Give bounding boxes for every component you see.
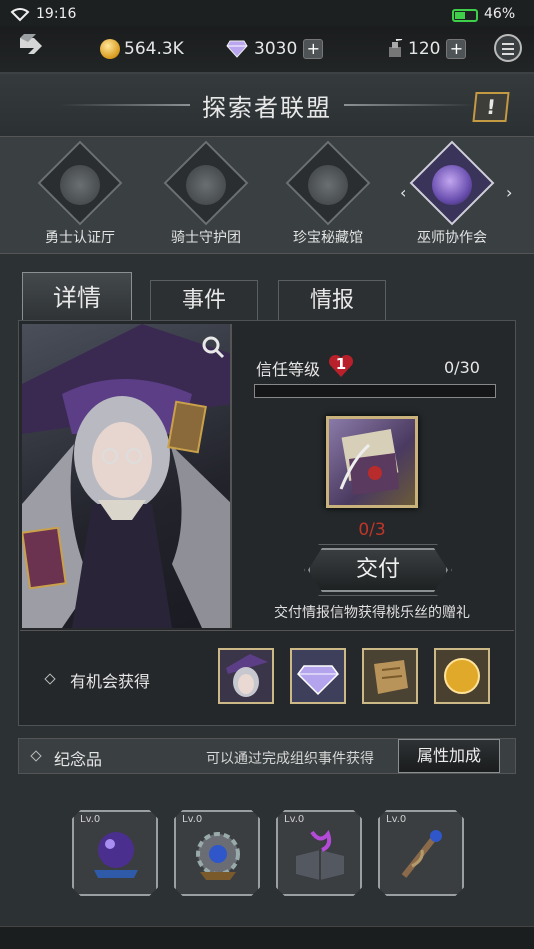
gem-value: 3030	[254, 39, 298, 59]
spellbook-icon	[296, 829, 344, 880]
back-button[interactable]	[12, 30, 50, 68]
crystal-ball-icon	[94, 832, 138, 878]
title-bar: 探索者联盟 !	[0, 74, 534, 136]
character-portrait[interactable]	[22, 324, 232, 628]
guild-label: 骑士守护团	[171, 230, 241, 246]
diamond-icon	[292, 650, 344, 702]
relic-level: Lv.0	[284, 814, 305, 825]
chevron-left-icon: ‹	[400, 183, 407, 202]
stamina-counter: 120 +	[386, 36, 467, 62]
clock: 19:16	[36, 6, 77, 22]
trust-progress-text: 0/30	[444, 358, 480, 377]
chance-label: 有机会获得	[70, 672, 151, 691]
delivery-count: 0/3	[358, 520, 386, 540]
sealed-letter-icon	[339, 428, 399, 495]
page-title: 探索者联盟	[202, 94, 332, 122]
trust-level-value: 1	[335, 355, 347, 373]
reward-slot-parchment[interactable]	[362, 648, 418, 704]
guild-label: 巫师协作会	[417, 230, 487, 246]
info-button[interactable]: !	[472, 92, 510, 122]
deliver-button[interactable]: 交付	[308, 548, 448, 592]
gold-counter: 564.3K	[100, 36, 184, 62]
magnifier-icon[interactable]	[200, 334, 226, 360]
exclamation-icon: !	[485, 95, 497, 119]
resource-bar: 564.3K 3030 + 120 +	[0, 26, 534, 74]
guild-wizard[interactable]: 巫师协作会	[392, 140, 512, 249]
chevron-right-icon: ›	[506, 183, 513, 202]
guild-label: 勇士认证厅	[45, 230, 115, 246]
gold-coin-icon	[100, 39, 120, 59]
gold-value: 564.3K	[124, 39, 184, 59]
guild-knight[interactable]: 骑士守护团	[146, 140, 266, 249]
tab-events[interactable]: 事件	[150, 280, 258, 320]
gem-counter: 3030 +	[226, 36, 324, 62]
guild-label: 珍宝秘藏馆	[293, 230, 363, 246]
relic-level: Lv.0	[386, 814, 407, 825]
gear-gem-icon	[196, 832, 240, 880]
battery-percent: 46%	[484, 6, 516, 22]
menu-button[interactable]	[494, 34, 522, 62]
witch-portrait-image	[22, 324, 230, 628]
delivery-item-slot[interactable]	[326, 416, 418, 508]
memento-hint: 可以通过完成组织事件获得	[206, 751, 374, 767]
guild-treasure[interactable]: 珍宝秘藏馆	[268, 140, 388, 249]
diamond-icon	[226, 40, 248, 58]
portrait-reward-icon	[220, 650, 272, 702]
deliver-hint: 交付情报信物获得桃乐丝的赠礼	[274, 605, 470, 621]
ink-bottle-icon	[389, 38, 403, 57]
reward-slot-diamond[interactable]	[290, 648, 346, 704]
magic-staff-icon	[401, 830, 442, 878]
reward-slot-gold[interactable]	[434, 648, 490, 704]
guild-selector: 勇士认证厅 骑士守护团 珍宝秘藏馆 巫师协作会 ‹ ›	[0, 136, 534, 254]
battery-icon	[452, 9, 478, 22]
add-gems-button[interactable]: +	[303, 39, 324, 59]
tab-details[interactable]: 详情	[22, 272, 132, 322]
bottom-frame	[0, 926, 534, 949]
relic-level: Lv.0	[182, 814, 203, 825]
stamina-value: 120	[408, 39, 441, 59]
relic-level: Lv.0	[80, 814, 101, 825]
divider	[20, 630, 514, 631]
add-stamina-button[interactable]: +	[446, 39, 467, 59]
memento-label: 纪念品	[54, 750, 103, 769]
trust-progress-bar	[254, 384, 496, 398]
wifi-icon	[10, 6, 30, 26]
back-arrow-icon	[20, 34, 42, 54]
guild-warrior[interactable]: 勇士认证厅	[20, 140, 140, 249]
gold-coin-icon	[436, 650, 488, 702]
reward-slot-portrait[interactable]	[218, 648, 274, 704]
attribute-bonus-button[interactable]: 属性加成	[398, 739, 500, 773]
trust-level-label: 信任等级	[256, 360, 321, 379]
parchment-icon	[364, 650, 416, 702]
tab-intel[interactable]: 情报	[278, 280, 386, 320]
